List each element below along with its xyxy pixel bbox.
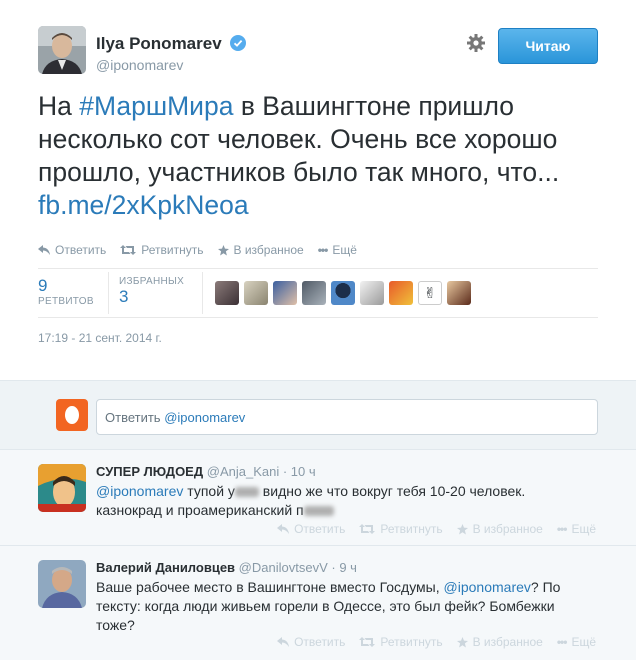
reply-tweet[interactable]: Валерий Даниловцев @DanilovtsevV · 9 ч В… [0,546,636,660]
stat-separator [202,272,203,314]
favorite-label: В избранное [472,522,543,536]
favorites-label: ИЗБРАННЫХ [119,276,185,287]
star-icon [456,523,468,535]
reply-mention[interactable]: @iponomarev [96,483,183,499]
favoriter-avatar[interactable] [302,281,326,305]
reply-time[interactable]: · 9 ч [331,560,357,575]
more-dots-icon: ••• [556,635,568,649]
reply-label: Ответить [294,522,346,536]
tweet-actions: Ответить Ретвитнуть В избранное ••• Ещё [38,243,357,257]
retweet-action[interactable]: Ретвитнуть [359,522,443,536]
retweet-action[interactable]: Ретвитнуть [120,243,204,257]
more-label: Ещё [571,635,596,649]
retweet-icon [359,637,376,647]
favorites-count: 3 [119,287,129,306]
tweet-timestamp[interactable]: 17:19 - 21 сент. 2014 г. [38,331,162,345]
favorite-action[interactable]: В избранное [217,243,304,257]
reply-author-name[interactable]: Валерий Даниловцев [96,560,235,575]
more-action[interactable]: ••• Ещё [318,243,357,257]
more-dots-icon: ••• [556,522,568,536]
favorite-action[interactable]: В избранное [456,635,543,649]
reply-header: Валерий Даниловцев @DanilovtsevV · 9 ч [96,560,357,575]
hashtag-link[interactable]: #МаршМира [79,91,233,121]
retweets-label: РЕТВИТОВ [38,296,94,307]
reply-text-part: казнокрад и проамериканский п [96,502,304,518]
more-action[interactable]: ••• Ещё [557,635,596,649]
more-action[interactable]: ••• Ещё [557,522,596,536]
reply-avatar[interactable] [38,560,86,608]
star-icon [217,244,229,256]
more-dots-icon: ••• [317,243,329,257]
reply-composer: Ответить @iponomarev [0,380,636,450]
reply-action[interactable]: Ответить [277,522,345,536]
tweet-url-link[interactable]: fb.me/2xKpkNeoa [38,190,249,220]
favoriter-avatar[interactable] [244,281,268,305]
censored-text [303,506,334,517]
retweet-icon [359,524,376,534]
main-tweet: Ilya Ponomarev @iponomarev Читаю На #Мар… [0,0,636,380]
reply-icon [277,637,290,647]
favoriter-avatar[interactable] [360,281,384,305]
reply-input-mention: @iponomarev [164,410,246,425]
retweet-label: Ретвитнуть [141,243,204,257]
favoriter-avatar[interactable] [389,281,413,305]
favorite-label: В избранное [472,635,543,649]
retweets-stat[interactable]: 9 РЕТВИТОВ [38,276,94,307]
retweet-label: Ретвитнуть [380,635,443,649]
reply-actions: Ответить Ретвитнуть В избранное ••• Ещё [277,635,596,649]
divider [38,268,598,269]
verified-badge-icon [230,35,247,56]
reply-author-handle[interactable]: @Anja_Kani [207,464,279,479]
reply-input-prefix: Ответить [105,410,165,425]
author-name[interactable]: Ilya Ponomarev [96,34,247,56]
retweet-action[interactable]: Ретвитнуть [359,635,443,649]
more-label: Ещё [332,243,357,257]
censored-text [234,487,259,498]
author-handle[interactable]: @iponomarev [96,57,183,73]
author-avatar[interactable] [38,26,86,74]
retweets-count: 9 [38,276,48,295]
favorite-action[interactable]: В избранное [456,522,543,536]
favoriter-avatar[interactable] [215,281,239,305]
favoriter-avatar[interactable] [273,281,297,305]
stat-separator [108,272,109,314]
reply-avatar[interactable] [38,464,86,512]
gear-icon[interactable] [466,33,486,58]
star-icon [456,636,468,648]
reply-text-part: видно же что вокруг тебя 10-20 человек. [258,483,526,499]
current-user-avatar [56,399,88,431]
follow-button[interactable]: Читаю [498,28,598,64]
retweet-icon [120,245,137,255]
reply-author-name[interactable]: СУПЕР ЛЮДОЕД [96,464,203,479]
reply-time[interactable]: · 10 ч [283,464,316,479]
reply-action[interactable]: Ответить [38,243,106,257]
reply-text-part: тупой у [183,483,235,499]
reply-action[interactable]: Ответить [277,635,345,649]
reply-label: Ответить [294,635,346,649]
reply-text: Ваше рабочее место в Вашингтоне вместо Г… [96,578,596,635]
favoriter-avatar[interactable]: ✌ [418,281,442,305]
tweet-text: На #МаршМира в Вашингтоне пришло несколь… [38,90,608,222]
reply-mention[interactable]: @iponomarev [444,579,531,595]
reply-tweet[interactable]: СУПЕР ЛЮДОЕД @Anja_Kani · 10 ч @iponomar… [0,450,636,546]
more-label: Ещё [571,522,596,536]
tweet-text-prefix: На [38,91,80,121]
favorites-stat[interactable]: ИЗБРАННЫХ 3 [119,276,184,307]
favoriter-avatar[interactable] [447,281,471,305]
reply-icon [277,524,290,534]
reply-input[interactable]: Ответить @iponomarev [96,399,598,435]
reply-text: @iponomarev тупой у видно же что вокруг … [96,482,596,520]
author-name-text[interactable]: Ilya Ponomarev [96,34,222,53]
reply-label: Ответить [55,243,107,257]
reply-actions: Ответить Ретвитнуть В избранное ••• Ещё [277,522,596,536]
favorite-label: В избранное [233,243,304,257]
divider [38,317,598,318]
retweet-label: Ретвитнуть [380,522,443,536]
favoriter-avatar[interactable] [331,281,355,305]
reply-author-handle[interactable]: @DanilovtsevV [239,560,328,575]
favoriters-avatars: ✌ [215,281,471,305]
reply-text-part: Ваше рабочее место в Вашингтоне вместо Г… [96,579,444,595]
reply-icon [38,245,50,255]
reply-header: СУПЕР ЛЮДОЕД @Anja_Kani · 10 ч [96,464,316,479]
